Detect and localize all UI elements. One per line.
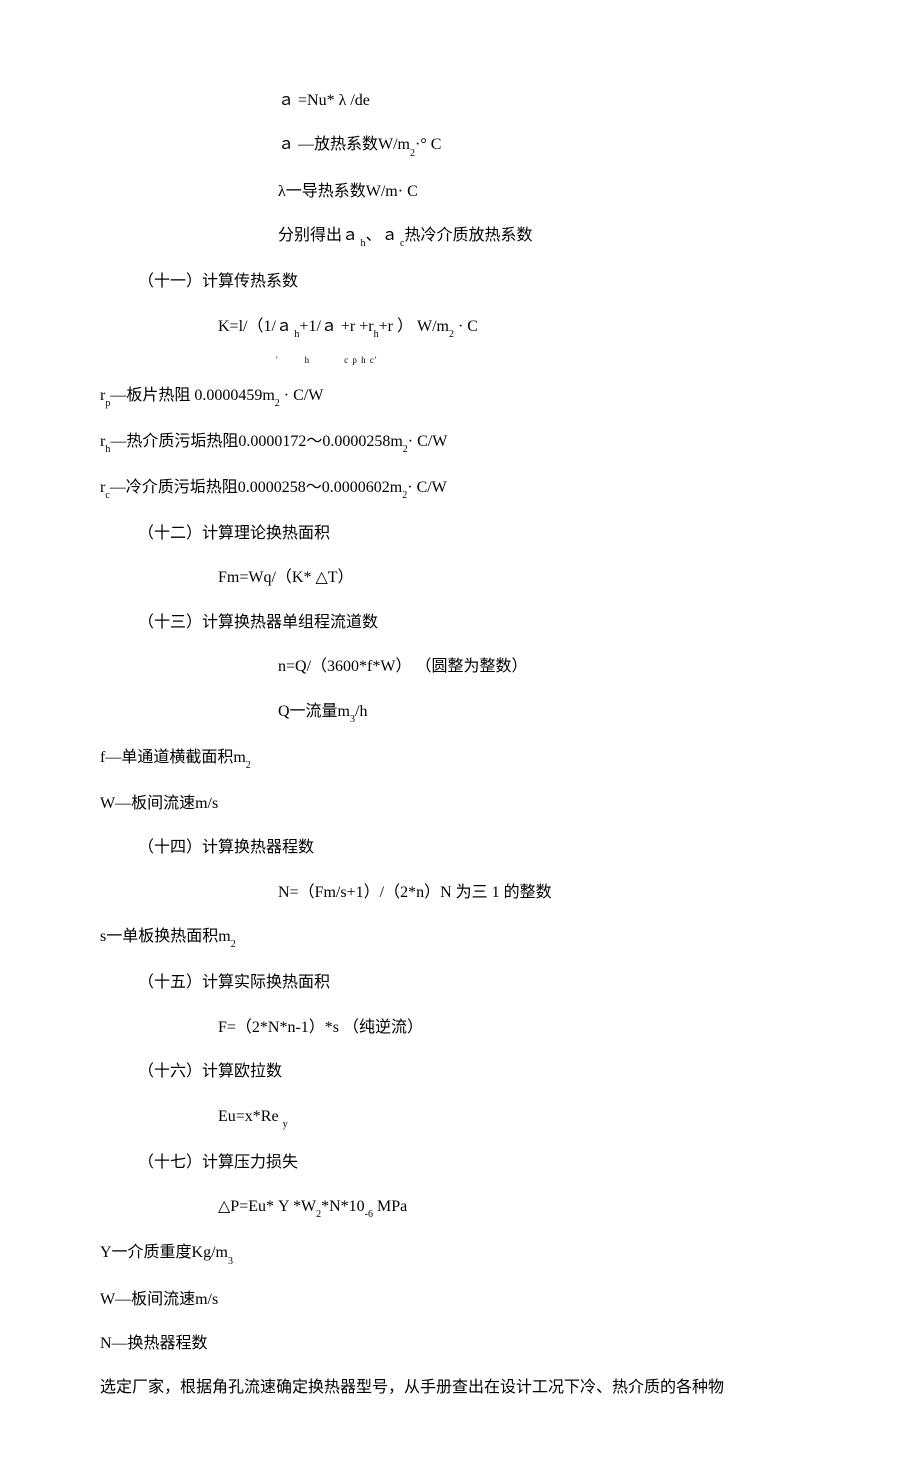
text-line-6: rp—板片热阻 0.0000459m2 · C/W xyxy=(100,385,820,409)
text-line-20: F=（2*N*n-1）*s （纯逆流） xyxy=(100,1017,820,1039)
text-line-8: rc—冷介质污垢热阻0.0000258〜0.0000602m2· C/W xyxy=(100,477,820,501)
text-line-10: Fm=Wq/（K* △T） xyxy=(100,567,820,589)
text-line-19: （十五）计算实际换热面积 xyxy=(100,972,820,994)
text-line-13: Q一流量m3/h xyxy=(100,701,820,725)
text-line-12: n=Q/（3600*f*W） （圆整为整数） xyxy=(100,656,820,678)
text-line-3: 分别得出ａ h、ａ c热冷介质放热系数 xyxy=(100,225,820,249)
text-line-26: W—板间流速m/s xyxy=(100,1289,820,1311)
text-line-11: （十三）计算换热器单组程流道数 xyxy=(100,612,820,634)
text-line-7: rh—热介质污垢热阻0.0000172〜0.0000258m2· C/W xyxy=(100,431,820,455)
text-line-28: 选定厂家，根据角孔流速确定换热器型号，从手册查出在设计工况下冷、热介质的各种物 xyxy=(100,1377,820,1399)
text-line-22: Eu=x*Re y xyxy=(100,1106,820,1130)
text-line-14: f—单通道横截面积m2 xyxy=(100,747,820,771)
text-line-27: N—换热器程数 xyxy=(100,1333,820,1355)
text-line-0: ａ =Nu* λ /de xyxy=(100,90,820,112)
text-line-4: （十一）计算传热系数 xyxy=(100,271,820,293)
text-line-25: Υ一介质重度Kg/m3 xyxy=(100,1242,820,1266)
text-line-16: （十四）计算换热器程数 xyxy=(100,837,820,859)
text-line-23: （十七）计算压力损失 xyxy=(100,1152,820,1174)
document-body: ａ =Nu* λ /de ａ —放热系数W/m2·° C λ一导热系数W/m· C 分… xyxy=(100,90,820,1400)
text-line-5: K=l/（1/ａ h+1/ａ +r +rh+r ） W/m2 · C'hc p … xyxy=(100,316,820,363)
text-line-2: λ一导热系数W/m· C xyxy=(100,181,820,203)
text-line-9: （十二）计算理论换热面积 xyxy=(100,523,820,545)
text-line-21: （十六）计算欧拉数 xyxy=(100,1061,820,1083)
text-line-1: ａ —放热系数W/m2·° C xyxy=(100,134,820,158)
text-line-17: N=（Fm/s+1）/（2*n）N 为三 1 的整数 xyxy=(100,882,820,904)
text-line-18: s一单板换热面积m2 xyxy=(100,926,820,950)
text-line-15: W—板间流速m/s xyxy=(100,793,820,815)
text-line-24: △P=Eu* Υ *W2*N*10-6 MPa xyxy=(100,1196,820,1220)
